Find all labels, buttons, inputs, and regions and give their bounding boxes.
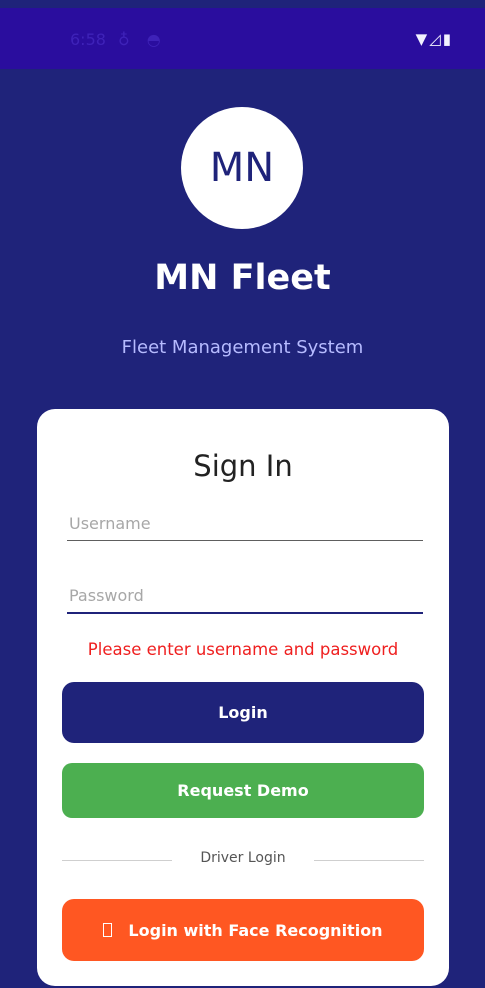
signin-card: Sign In Please enter username and passwo… xyxy=(37,409,449,986)
divider-line-right xyxy=(314,860,424,861)
status-system-icons: ▼◿▮ xyxy=(415,30,453,48)
status-notification-icons: ♁ ◓ xyxy=(118,30,167,49)
login-button[interactable]: Login xyxy=(62,682,424,743)
login-button-label: Login xyxy=(218,703,268,722)
app-title: MN Fleet xyxy=(154,258,331,298)
driver-login-divider: Driver Login xyxy=(62,850,424,872)
face-login-label: Login with Face Recognition xyxy=(128,920,383,940)
status-time: 6:58 xyxy=(70,30,106,49)
app-subtitle: Fleet Management System xyxy=(121,337,364,358)
status-bar: 6:58 ♁ ◓ ▼◿▮ xyxy=(0,8,485,69)
error-message: Please enter username and password xyxy=(87,640,399,659)
face-login-button[interactable]: Login with Face Recognition xyxy=(62,899,424,961)
username-input[interactable] xyxy=(67,506,423,541)
divider-label: Driver Login xyxy=(200,850,286,866)
signin-title: Sign In xyxy=(193,449,293,483)
app-logo: MN xyxy=(181,107,303,229)
request-demo-button[interactable]: Request Demo xyxy=(62,763,424,818)
password-input[interactable] xyxy=(67,578,423,614)
face-recognition-icon xyxy=(103,923,113,937)
request-demo-label: Request Demo xyxy=(177,781,309,800)
logo-text: MN xyxy=(209,145,275,191)
